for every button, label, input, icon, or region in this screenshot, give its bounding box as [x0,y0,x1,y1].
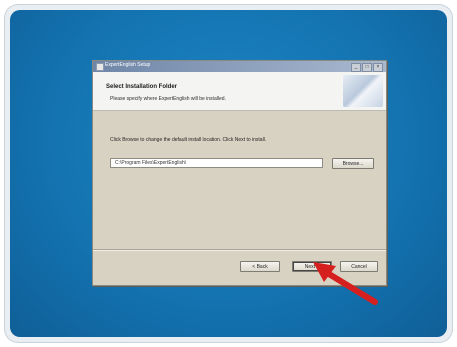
minimize-button[interactable]: _ [351,63,361,72]
wizard-header: Select Installation Folder Please specif… [93,72,386,111]
close-button[interactable]: × [373,63,383,72]
maximize-button[interactable]: □ [362,63,372,72]
instruction-text: Click Browse to change the default insta… [110,137,267,143]
setup-dialog: ExpertEnglish Setup _ □ × Select Install… [92,60,387,286]
title-bar[interactable]: ExpertEnglish Setup _ □ × [93,61,386,72]
page-subtitle: Please specify where ExpertEnglish will … [110,96,226,102]
browse-button[interactable]: Browse... [332,158,374,169]
footer-divider [93,249,386,251]
page-title: Select Installation Folder [106,84,178,90]
cancel-button[interactable]: Cancel [340,261,378,272]
setup-app-icon [96,63,104,71]
desktop: ExpertEnglish Setup _ □ × Select Install… [10,10,447,337]
back-button[interactable]: < Back [240,261,280,272]
window-title: ExpertEnglish Setup [105,62,151,68]
next-button[interactable]: Next > [292,261,332,272]
banner-graphic [343,75,383,107]
install-path-input[interactable] [110,158,323,168]
window-controls: _ □ × [351,63,383,72]
